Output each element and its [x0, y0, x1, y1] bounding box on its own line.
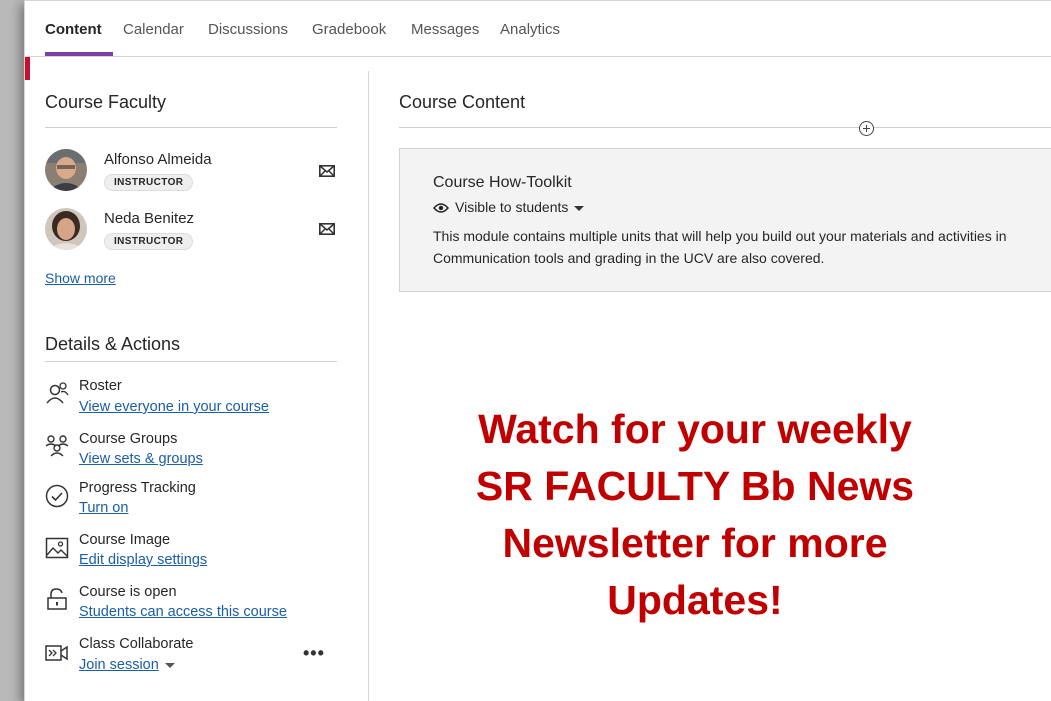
- faculty-name-1: Alfonso Almeida: [104, 151, 212, 168]
- course-open-title: Course is open: [79, 584, 177, 600]
- visibility-dropdown[interactable]: Visible to students: [433, 199, 585, 215]
- tab-gradebook[interactable]: Gradebook: [312, 21, 386, 38]
- progress-check-icon: [45, 484, 69, 508]
- instructor-badge-2: INSTRUCTOR: [104, 233, 194, 250]
- module-course-how-toolkit[interactable]: Course How-Toolkit Visible to students T…: [399, 148, 1051, 292]
- unlock-icon: [47, 588, 67, 610]
- module-description-line-1: This module contains multiple units that…: [433, 228, 1007, 244]
- course-groups-link[interactable]: View sets & groups: [79, 451, 203, 467]
- tab-analytics[interactable]: Analytics: [500, 21, 560, 38]
- tab-messages[interactable]: Messages: [411, 21, 479, 38]
- module-title[interactable]: Course How-Toolkit: [433, 174, 572, 192]
- newsletter-banner: Watch for your weekly SR FACULTY Bb News…: [405, 401, 985, 629]
- more-options-button[interactable]: •••: [303, 643, 325, 664]
- course-open-link[interactable]: Students can access this course: [79, 604, 287, 620]
- collaborate-icon: [45, 645, 68, 661]
- module-description-line-2: Communication tools and grading in the U…: [433, 250, 825, 266]
- mail-icon[interactable]: [319, 165, 335, 177]
- details-divider: [45, 361, 337, 362]
- course-faculty-heading: Course Faculty: [45, 92, 167, 112]
- eye-icon: [433, 203, 449, 214]
- banner-line-3: Newsletter for more: [502, 520, 888, 566]
- faculty-divider: [45, 127, 337, 128]
- course-page: Content Calendar Discussions Gradebook M…: [24, 0, 1051, 701]
- join-session-control[interactable]: Join session: [79, 657, 175, 673]
- focus-marker: [25, 57, 30, 80]
- mail-icon[interactable]: [319, 223, 335, 235]
- content-divider: [399, 127, 1051, 128]
- faculty-name-2: Neda Benitez: [104, 210, 195, 227]
- course-nav: Content Calendar Discussions Gradebook M…: [25, 1, 1051, 57]
- add-content-button[interactable]: [859, 121, 874, 136]
- chevron-down-icon[interactable]: [574, 205, 585, 211]
- tab-discussions[interactable]: Discussions: [208, 21, 288, 38]
- roster-link[interactable]: View everyone in your course: [79, 399, 269, 415]
- course-groups-title: Course Groups: [79, 431, 178, 447]
- course-image-link[interactable]: Edit display settings: [79, 552, 207, 568]
- tab-calendar[interactable]: Calendar: [123, 21, 184, 38]
- roster-title: Roster: [79, 378, 122, 394]
- course-content-heading: Course Content: [399, 92, 526, 112]
- avatar-alfonso-almeida: [45, 149, 87, 191]
- banner-line-4: Updates!: [607, 577, 783, 623]
- banner-line-2: SR FACULTY Bb News: [475, 463, 915, 509]
- visibility-label: Visible to students: [455, 199, 569, 215]
- join-session-link[interactable]: Join session: [79, 657, 159, 673]
- details-actions-heading: Details & Actions: [45, 334, 181, 354]
- course-image-title: Course Image: [79, 532, 171, 548]
- active-tab-indicator: [45, 52, 113, 56]
- avatar-neda-benitez: [45, 208, 87, 250]
- roster-icon: [46, 382, 69, 404]
- image-icon: [45, 537, 69, 559]
- progress-tracking-title: Progress Tracking: [79, 480, 196, 496]
- banner-line-1: Watch for your weekly: [478, 406, 912, 452]
- show-more-link[interactable]: Show more: [45, 270, 116, 286]
- module-description: This module contains multiple units that…: [433, 225, 1051, 269]
- column-divider: [368, 71, 369, 701]
- chevron-down-icon[interactable]: [164, 662, 175, 668]
- groups-icon: [45, 435, 69, 457]
- progress-tracking-link[interactable]: Turn on: [79, 500, 128, 516]
- tab-content[interactable]: Content: [45, 21, 102, 38]
- class-collaborate-title: Class Collaborate: [79, 636, 194, 652]
- instructor-badge-1: INSTRUCTOR: [104, 174, 194, 191]
